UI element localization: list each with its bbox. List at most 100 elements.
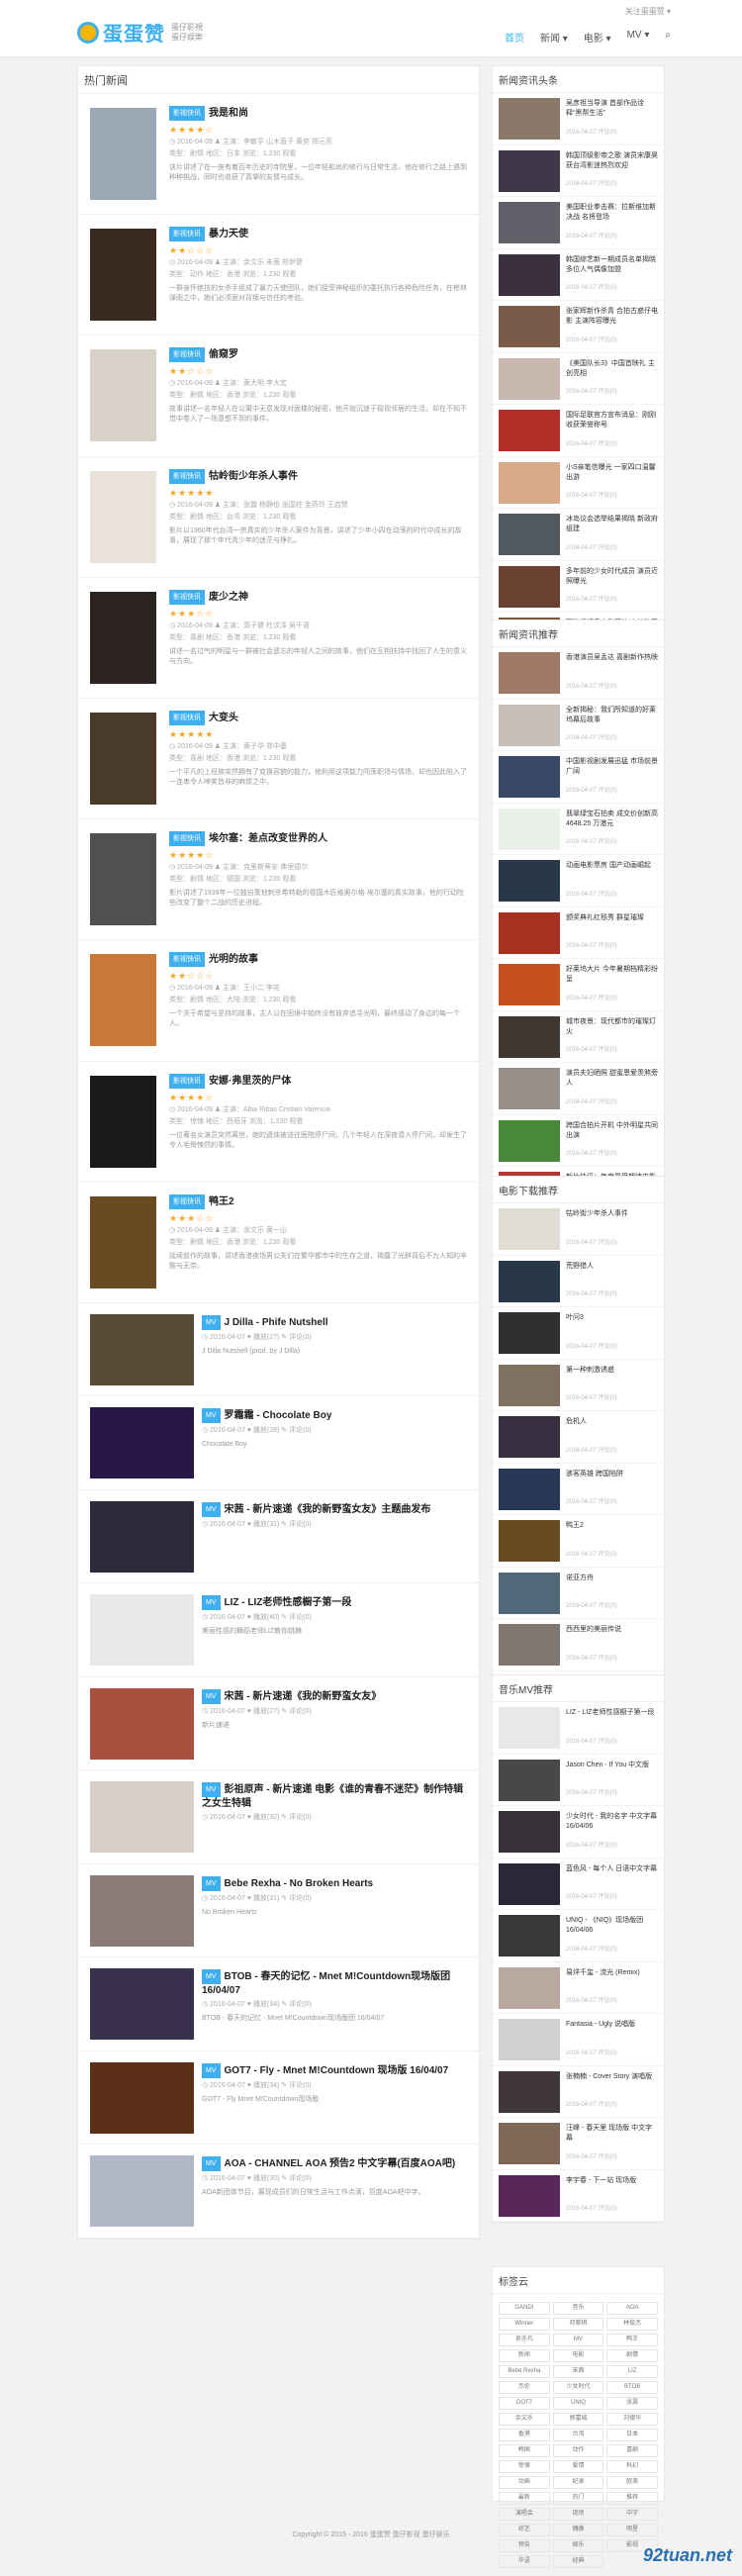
tag-link[interactable]: LIZ (606, 2365, 658, 2378)
sidebar-item-title[interactable]: 蓝色风 - 每个人 日语中文字幕 (566, 1864, 658, 1884)
post-item[interactable]: 影视快讯 暴力天使 ★★☆☆☆ ◷ 2016-04-09 ♟ 主演：余文乐 朱茵 郑伊… (78, 215, 479, 336)
nav-item[interactable]: 新闻 ▾ (540, 30, 568, 45)
post-title-text[interactable]: 牯岭街少年杀人事件 (209, 471, 298, 482)
tag-link[interactable]: 林俊杰 (606, 2318, 658, 2331)
post-item[interactable]: MV 罗霜霜 - Chocolate Boy ◷ 2016-04-07 ♥ 播放(2… (78, 1396, 479, 1490)
sidebar-item[interactable]: 少女时代 - 我的名字 中文字幕 16/04/06 2016-04-07 评论(0… (493, 1806, 664, 1859)
sidebar-item[interactable]: 《美国队长3》中国首映礼 主创亮相 2016-04-07 评论(0) (493, 353, 664, 405)
tag-link[interactable]: 宋茜 (552, 2365, 604, 2378)
tag-link[interactable]: 电影 (552, 2349, 604, 2362)
post-thumbnail[interactable] (90, 954, 156, 1047)
sidebar-thumbnail[interactable] (499, 2174, 560, 2217)
sidebar-item[interactable]: 易烊千玺 - 流光 (Remix) 2016-04-07 评论(0) (493, 1962, 664, 2014)
sidebar-item-title[interactable]: 冰岛议会选举结果揭晓 新政府组建 (566, 515, 658, 534)
post-thumbnail[interactable] (90, 229, 156, 322)
post-title[interactable]: 影视快讯 安娜·弗里茨的尸体 (169, 1073, 469, 1089)
tag-link[interactable]: 预告 (499, 2539, 550, 2552)
post-title[interactable]: MV AOA - CHANNEL AOA 预告2 中文字幕(百度AOA吧) (202, 2156, 469, 2172)
post-title-text[interactable]: J Dilla - Phife Nutshell (225, 1317, 328, 1328)
post-item[interactable]: 影视快讯 我是和尚 ★★★★☆ ◷ 2016-04-09 ♟ 主演：李敏亨 山木直子 … (78, 94, 479, 216)
tag-link[interactable]: MV (552, 2334, 604, 2346)
tag-link[interactable]: GOT7 (499, 2397, 550, 2410)
sidebar-item[interactable]: 叶问3 2016-04-07 评论(0) (493, 1307, 664, 1360)
sidebar-item-title[interactable]: LIZ - LIZ老师性感橱子第一段 (566, 1708, 658, 1728)
sidebar-thumbnail[interactable] (499, 202, 560, 243)
post-item[interactable]: 影视快讯 埃尔塞：差点改变世界的人 ★★★★☆ ◷ 2016-04-09 ♟ 主演：克… (78, 819, 479, 941)
post-title[interactable]: MV 宋茜 - 新片速递《我的新野蛮女友》主题曲发布 (202, 1501, 469, 1517)
sidebar-item[interactable]: 跨国合拍片开机 中外明星共同出演 2016-04-07 评论(0) (493, 1115, 664, 1167)
post-title-text[interactable]: 埃尔塞：差点改变世界的人 (209, 833, 327, 844)
post-category-badge[interactable]: MV (202, 1595, 221, 1611)
sidebar-item-title[interactable]: 韩国综艺新一期成员名单揭晓 多位人气偶像加盟 (566, 255, 658, 275)
post-title-text[interactable]: 宋茜 - 新片速递《我的新野蛮女友》 (225, 1691, 382, 1702)
post-category-badge[interactable]: MV (202, 1501, 221, 1517)
sidebar-thumbnail[interactable] (499, 756, 560, 798)
sidebar-item-title[interactable]: 易烊千玺 - 流光 (Remix) (566, 1968, 658, 1988)
post-title-text[interactable]: 大变头 (209, 713, 238, 723)
tag-link[interactable]: 吴亦凡 (499, 2334, 550, 2346)
tag-link[interactable]: 爱情 (552, 2460, 604, 2473)
sidebar-thumbnail[interactable] (499, 1862, 560, 1905)
post-category-badge[interactable]: MV (202, 2062, 221, 2078)
tag-link[interactable]: 少女时代 (552, 2381, 604, 2394)
sidebar-item-title[interactable]: 中国影视剧发展迅猛 市场前景广阔 (566, 757, 658, 777)
tag-link[interactable]: 娱乐 (552, 2539, 604, 2552)
sidebar-item[interactable]: 牯岭街少年杀人事件 2016-04-07 评论(0) (493, 1203, 664, 1256)
post-category-badge[interactable]: 影视快讯 (169, 952, 205, 968)
post-title-text[interactable]: GOT7 - Fly - Mnet M!Countdown 现场版 16/04/… (225, 2065, 449, 2076)
sidebar-thumbnail[interactable] (499, 1520, 560, 1562)
post-category-badge[interactable]: 影视快讯 (169, 831, 205, 847)
sidebar-thumbnail[interactable] (499, 860, 560, 902)
sidebar-thumbnail[interactable] (499, 2123, 560, 2164)
sidebar-thumbnail[interactable] (499, 1260, 560, 1302)
tag-link[interactable]: 剧情 (606, 2349, 658, 2362)
post-item[interactable]: 影视快讯 大变头 ★★★★★ ◷ 2016-04-09 ♟ 主演：黄子华 郑中基 类型：… (78, 699, 479, 820)
post-title-text[interactable]: 宋茜 - 新片速递《我的新野蛮女友》主题曲发布 (225, 1504, 431, 1515)
tag-link[interactable]: 经典 (552, 2555, 604, 2568)
sidebar-item-title[interactable]: 小S亲笔信曝光 一家四口温馨出游 (566, 463, 658, 483)
sidebar-item-title[interactable]: 荒野猎人 (566, 1262, 658, 1282)
sidebar-thumbnail[interactable] (499, 704, 560, 746)
post-title[interactable]: MV 罗霜霜 - Chocolate Boy (202, 1408, 469, 1424)
post-category-badge[interactable]: MV (202, 1688, 221, 1704)
post-category-badge[interactable]: 影视快讯 (169, 1193, 205, 1209)
sidebar-item-title[interactable]: Fantasia - Ugly 说唱版 (566, 2020, 658, 2040)
sidebar-item[interactable]: 吴彦祖当导演 首部作品诠释“黑帮生活” 2016-04-07 评论(0) (493, 93, 664, 145)
post-title-text[interactable]: 安娜·弗里茨的尸体 (209, 1076, 291, 1087)
post-item[interactable]: 影视快讯 安娜·弗里茨的尸体 ★★★★☆ ◷ 2016-04-09 ♟ 主演：Alba… (78, 1062, 479, 1183)
post-thumbnail[interactable] (90, 1313, 194, 1385)
post-item[interactable]: MV 彭祖原声 - 新片速递 电影《谁的青春不迷茫》制作特辑之女生特辑 ◷ 2016… (78, 1770, 479, 1864)
tag-link[interactable]: AOA (606, 2302, 658, 2315)
post-category-badge[interactable]: MV (202, 2156, 221, 2172)
sidebar-thumbnail[interactable] (499, 565, 560, 608)
sidebar-item[interactable]: 城市夜景：现代都市的璀璨灯火 2016-04-07 评论(0) (493, 1011, 664, 1063)
tag-link[interactable]: 香港 (499, 2429, 550, 2441)
post-category-badge[interactable]: 影视快讯 (169, 589, 205, 605)
sidebar-thumbnail[interactable] (499, 1759, 560, 1801)
tag-link[interactable]: 余文乐 (499, 2413, 550, 2426)
post-thumbnail[interactable] (90, 712, 156, 805)
post-category-badge[interactable]: 影视快讯 (169, 468, 205, 484)
tag-link[interactable]: 张震 (606, 2397, 658, 2410)
post-thumbnail[interactable] (90, 1195, 156, 1288)
post-title-text[interactable]: 彭祖原声 - 新片速递 电影《谁的青春不迷茫》制作特辑之女生特辑 (202, 1784, 463, 1809)
sidebar-item-title[interactable]: 翡翠绿宝石拍卖 成交价创新高 4648.25 万港元 (566, 810, 658, 829)
sidebar-item[interactable]: 张楠楠 - Cover Story 演唱版 2016-04-07 评论(0) (493, 2066, 664, 2118)
post-category-badge[interactable]: MV (202, 1408, 221, 1424)
sidebar-thumbnail[interactable] (499, 1624, 560, 1666)
sidebar-item-title[interactable]: 诺亚方舟 (566, 1574, 658, 1593)
sidebar-item-title[interactable]: 西西里的美丽传说 (566, 1625, 658, 1645)
tag-link[interactable]: 演唱会 (499, 2508, 550, 2521)
sidebar-item-title[interactable]: 骇客英雄 跨国陷阱 (566, 1470, 658, 1489)
post-title-text[interactable]: 鸭王2 (209, 1196, 234, 1207)
post-item[interactable]: MV LIZ - LIZ老师性感橱子第一段 ◷ 2016-04-07 ♥ 播放(40… (78, 1583, 479, 1677)
tag-link[interactable]: 韩国 (499, 2444, 550, 2457)
sidebar-item[interactable]: 中国影视剧发展迅猛 市场前景广阔 2016-04-07 评论(0) (493, 751, 664, 804)
post-title[interactable]: MV 彭祖原声 - 新片速递 电影《谁的青春不迷茫》制作特辑之女生特辑 (202, 1782, 469, 1810)
tag-link[interactable]: 科幻 (606, 2460, 658, 2473)
post-title[interactable]: 影视快讯 我是和尚 (169, 106, 469, 121)
sidebar-item-title[interactable]: 鸭王2 (566, 1521, 658, 1541)
sidebar-thumbnail[interactable] (499, 98, 560, 140)
sidebar-item[interactable]: 小S亲笔信曝光 一家四口温馨出游 2016-04-07 评论(0) (493, 457, 664, 509)
post-thumbnail[interactable] (90, 1968, 194, 2041)
